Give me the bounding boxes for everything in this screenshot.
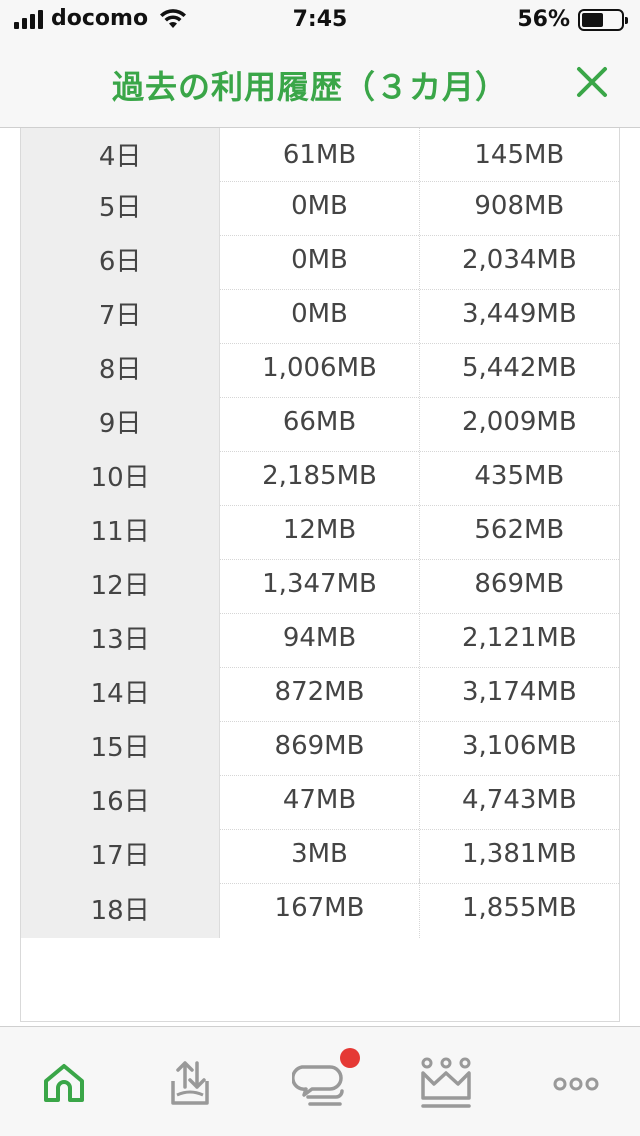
usage-cell: 2,009MB <box>461 406 577 437</box>
table-row: 11日 12MB 562MB <box>21 500 619 560</box>
day-cell: 17日 <box>21 824 221 883</box>
day-cell: 7日 <box>21 284 221 343</box>
page-title: 過去の利用履歴（３カ月） <box>111 68 508 106</box>
page-header: 過去の利用履歴（３カ月） <box>0 40 640 128</box>
table-row: 4日 61MB 145MB <box>21 128 619 182</box>
status-bar: docomo 7:45 56% <box>0 0 640 40</box>
battery-percentage: 56% <box>517 7 570 32</box>
usage-cell: 12MB <box>220 500 420 559</box>
usage-history-table[interactable]: 4日 61MB 145MB 5日 0MB 908MB 6日 0MB 2,034MB 7日 0MB 3,… <box>20 128 620 1022</box>
usage-cell: 167MB <box>220 878 420 938</box>
tab-crown[interactable] <box>416 1049 476 1119</box>
table-row: 9日 66MB 2,009MB <box>21 392 619 452</box>
usage-cell: 2,185MB <box>220 446 420 505</box>
table-row: 8日 1,006MB 5,442MB <box>21 338 619 398</box>
usage-cell: 3,106MB <box>461 730 577 761</box>
table-row: 16日 47MB 4,743MB <box>21 770 619 830</box>
usage-cell: 66MB <box>220 392 420 451</box>
usage-cell: 61MB <box>220 128 420 181</box>
day-cell: 8日 <box>21 338 221 397</box>
usage-cell: 872MB <box>220 662 420 721</box>
table-row: 17日 3MB 1,381MB <box>21 824 619 884</box>
bottom-tab-bar <box>0 1026 640 1136</box>
usage-cell: 869MB <box>220 716 420 775</box>
battery-icon <box>578 8 628 31</box>
table-row: 6日 0MB 2,034MB <box>21 230 619 290</box>
usage-cell: 3MB <box>220 824 420 883</box>
usage-cell: 435MB <box>474 460 565 491</box>
usage-cell: 0MB <box>220 176 420 235</box>
usage-cell: 1,381MB <box>461 838 577 869</box>
usage-cell: 1,006MB <box>220 338 420 397</box>
table-row: 18日 167MB 1,855MB <box>21 878 619 938</box>
day-cell: 4日 <box>21 128 221 181</box>
more-icon <box>553 1077 599 1091</box>
day-cell: 15日 <box>21 716 221 775</box>
usage-cell: 4,743MB <box>461 784 577 815</box>
home-icon <box>44 1064 84 1102</box>
day-cell: 9日 <box>21 392 221 451</box>
day-cell: 14日 <box>21 662 221 721</box>
usage-cell: 94MB <box>220 608 420 667</box>
status-right: 56% <box>517 7 628 32</box>
table-row: 15日 869MB 3,106MB <box>21 716 619 776</box>
table-row: 14日 872MB 3,174MB <box>21 662 619 722</box>
usage-cell: 1,347MB <box>220 554 420 613</box>
tab-data-charge[interactable] <box>160 1049 220 1119</box>
tab-more[interactable] <box>546 1049 606 1119</box>
table-row: 10日 2,185MB 435MB <box>21 446 619 506</box>
usage-cell: 145MB <box>474 139 565 170</box>
usage-cell: 2,121MB <box>461 622 577 653</box>
usage-cell: 869MB <box>474 568 565 599</box>
usage-cell: 47MB <box>220 770 420 829</box>
chat-icon <box>292 1065 344 1106</box>
usage-cell: 0MB <box>220 284 420 343</box>
table-row: 5日 0MB 908MB <box>21 176 619 236</box>
notification-badge <box>340 1048 360 1068</box>
usage-cell: 3,174MB <box>461 676 577 707</box>
day-cell: 6日 <box>21 230 221 289</box>
table-row: 7日 0MB 3,449MB <box>21 284 619 344</box>
day-cell: 13日 <box>21 608 221 667</box>
tab-chat[interactable] <box>290 1048 360 1119</box>
table-row: 12日 1,347MB 869MB <box>21 554 619 614</box>
data-charge-icon <box>171 1061 209 1105</box>
usage-cell: 562MB <box>474 514 565 545</box>
day-cell: 16日 <box>21 770 221 829</box>
close-icon[interactable] <box>574 64 610 100</box>
day-cell: 10日 <box>21 446 221 505</box>
usage-cell: 3,449MB <box>461 298 577 329</box>
day-cell: 5日 <box>21 176 221 235</box>
tab-home[interactable] <box>34 1049 94 1119</box>
usage-cell: 0MB <box>220 230 420 289</box>
usage-cell: 2,034MB <box>461 244 577 275</box>
day-cell: 18日 <box>21 878 221 938</box>
table-row: 13日 94MB 2,121MB <box>21 608 619 668</box>
crown-icon <box>421 1057 471 1108</box>
usage-cell: 908MB <box>474 190 565 221</box>
battery-fill <box>582 12 604 27</box>
day-cell: 11日 <box>21 500 221 559</box>
usage-cell: 5,442MB <box>461 352 577 383</box>
usage-cell: 1,855MB <box>461 893 577 923</box>
day-cell: 12日 <box>21 554 221 613</box>
